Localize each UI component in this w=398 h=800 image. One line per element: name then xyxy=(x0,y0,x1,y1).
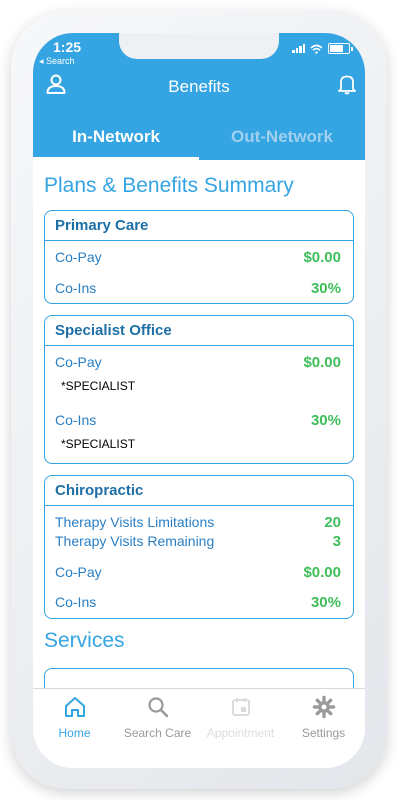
copay-note: *SPECIALIST xyxy=(61,379,136,393)
coins-value: 30% xyxy=(310,412,341,429)
card-title: Specialist Office xyxy=(45,316,353,346)
visit-remaining-label: Therapy Visits Remaining xyxy=(55,533,215,549)
card-title: Primary Care xyxy=(45,211,353,241)
tab-settings[interactable]: Settings xyxy=(282,689,365,768)
notifications-button[interactable] xyxy=(337,73,357,100)
visit-limit-row: Therapy Visits Limitations 20 xyxy=(55,514,341,531)
copay-label: Co-Pay xyxy=(55,354,102,370)
search-icon xyxy=(147,697,168,718)
screen: 1:25 ◂ Search Benefits In-Network Out-Ne… xyxy=(33,33,365,768)
tab-in-network[interactable]: In-Network xyxy=(33,113,199,160)
copay-value: $0.00 xyxy=(303,564,341,581)
bell-icon xyxy=(338,75,356,95)
wifi-icon xyxy=(310,44,323,54)
battery-tip xyxy=(351,46,353,51)
copay-label: Co-Pay xyxy=(55,249,102,265)
coins-label: Co-Ins xyxy=(55,412,97,428)
tab-label: Search Care xyxy=(123,726,192,740)
chiropractic-card: Chiropractic Therapy Visits Limitations … xyxy=(44,475,354,619)
copay-row: Co-Pay $0.00 xyxy=(55,564,341,581)
network-tabs: In-Network Out-Network xyxy=(33,113,365,160)
battery-icon xyxy=(328,43,350,54)
coins-note: *SPECIALIST xyxy=(61,437,136,451)
app-header: 1:25 ◂ Search Benefits In-Network Out-Ne… xyxy=(33,33,365,160)
copay-label: Co-Pay xyxy=(55,564,102,580)
coins-row: Co-Ins 30% xyxy=(55,280,341,297)
coins-label: Co-Ins xyxy=(55,594,97,610)
status-time: 1:25 xyxy=(53,39,82,55)
copay-value: $0.00 xyxy=(303,249,341,266)
tab-appointment[interactable]: Appointment xyxy=(199,689,282,768)
status-icons xyxy=(292,43,353,54)
card-title: Chiropractic xyxy=(45,476,353,506)
coins-row: Co-Ins 30% xyxy=(55,412,341,429)
tab-out-network[interactable]: Out-Network xyxy=(199,113,365,160)
signal-icon xyxy=(292,44,305,53)
coins-row: Co-Ins 30% xyxy=(55,594,341,611)
visit-remaining-value: 3 xyxy=(332,533,341,550)
copay-row: Co-Pay $0.00 xyxy=(55,354,341,371)
tab-label: Settings xyxy=(301,726,346,740)
tab-search-care[interactable]: Search Care xyxy=(116,689,199,768)
copay-value: $0.00 xyxy=(303,354,341,371)
visit-limit-label: Therapy Visits Limitations xyxy=(55,514,215,530)
gear-icon xyxy=(312,695,335,719)
page-title: Benefits xyxy=(168,77,230,96)
specialist-office-card: Specialist Office Co-Pay $0.00 *SPECIALI… xyxy=(44,315,354,464)
home-icon xyxy=(64,697,85,717)
visit-remaining-row: Therapy Visits Remaining 3 xyxy=(55,533,341,550)
device-notch xyxy=(119,33,279,59)
primary-care-card: Primary Care Co-Pay $0.00 Co-Ins 30% xyxy=(44,210,354,304)
services-heading: Services xyxy=(44,629,125,652)
services-card-partial xyxy=(44,668,354,688)
tab-label: Home xyxy=(58,726,91,740)
visit-limit-value: 20 xyxy=(324,514,341,531)
coins-label: Co-Ins xyxy=(55,280,97,296)
back-to-search-link[interactable]: ◂ Search xyxy=(39,56,75,67)
summary-heading: Plans & Benefits Summary xyxy=(44,174,294,197)
bottom-tab-bar: Home Search Care Appointment Settings xyxy=(33,688,365,768)
tab-home[interactable]: Home xyxy=(33,689,116,768)
coins-value: 30% xyxy=(310,280,341,297)
coins-value: 30% xyxy=(310,594,341,611)
calendar-icon xyxy=(231,698,250,716)
benefits-content[interactable]: Plans & Benefits Summary Primary Care Co… xyxy=(33,160,365,688)
copay-row: Co-Pay $0.00 xyxy=(55,249,341,266)
tab-label: Appointment xyxy=(206,726,275,740)
